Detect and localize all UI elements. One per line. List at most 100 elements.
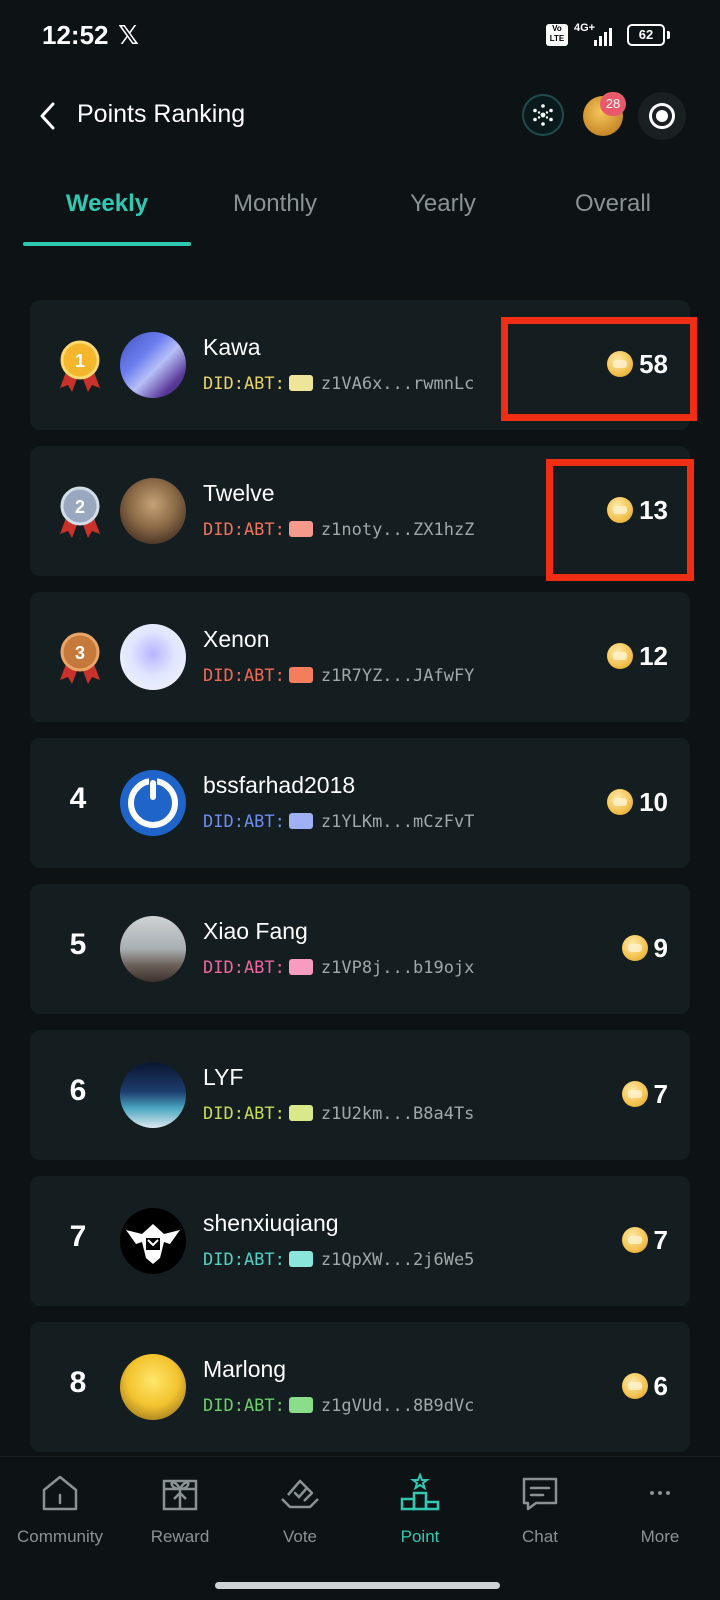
ranking-item[interactable]: 4 bssfarhad2018 DID:ABT: z1YLKm...mCzFvT … (30, 738, 690, 868)
points-value: 7 (653, 1224, 668, 1255)
avatar (120, 1208, 186, 1274)
back-button[interactable] (30, 96, 70, 136)
did-address: DID:ABT: z1YLKm...mCzFvT (203, 812, 474, 832)
did-address: DID:ABT: z1VP8j...b19ojx (203, 958, 474, 978)
period-tabs: Weekly Monthly Yearly Overall (0, 176, 720, 252)
did-value: z1noty...ZX1hzZ (320, 520, 475, 540)
did-chip-icon (288, 667, 313, 683)
coin-icon (621, 935, 648, 961)
user-name: Twelve (203, 480, 275, 506)
nav-label: Community (17, 1527, 103, 1546)
did-value: z1gVUd...8B9dVc (320, 1396, 475, 1416)
bronze-medal-icon: 3 (56, 630, 104, 686)
silver-medal-icon: 2 (56, 484, 104, 540)
avatar (120, 916, 186, 982)
tab-yearly[interactable]: Yearly (359, 190, 527, 250)
nav-label: Vote (282, 1527, 318, 1546)
home-indicator[interactable] (215, 1582, 500, 1589)
ranking-item[interactable]: 6 LYF DID:ABT: z1U2km...B8a4Ts 7 (30, 1030, 690, 1160)
ranking-item[interactable]: 7 shenxiuqiang DID:ABT: z1QpXW...2j6We5 7 (30, 1176, 690, 1306)
did-chip-icon (288, 1105, 313, 1121)
battery-tip (667, 31, 670, 39)
tab-monthly[interactable]: Monthly (191, 190, 359, 250)
did-address: DID:ABT: z1R7YZ...JAfwFY (203, 666, 474, 686)
bottom-nav: Community Reward Vote Point Chat More (0, 1456, 720, 1600)
podium-icon (400, 1472, 440, 1511)
nav-point[interactable]: Point (360, 1471, 480, 1571)
vote-icon (281, 1479, 319, 1509)
nav-community[interactable]: Community (0, 1471, 120, 1571)
status-bar: 12:52 𝕏 Vo LTE 4G+ 62 (0, 0, 720, 72)
ranking-item[interactable]: 3 Xenon DID:ABT: z1R7YZ...JAfwFY 12 (30, 592, 690, 722)
avatar (120, 1354, 186, 1420)
avatar (120, 1062, 186, 1128)
nav-label: Reward (150, 1527, 210, 1546)
dapp-hub-button[interactable] (522, 94, 564, 136)
coin-icon (621, 1081, 648, 1107)
chat-icon (522, 1477, 558, 1511)
did-value: z1VA6x...rwmnLc (320, 374, 475, 394)
battery-level: 62 (638, 27, 654, 42)
user-name: Marlong (203, 1356, 287, 1382)
user-name: Kawa (203, 334, 261, 360)
did-prefix: DID:ABT: (203, 1396, 285, 1416)
did-prefix: DID:ABT: (203, 1250, 285, 1270)
did-value: z1VP8j...b19ojx (320, 958, 475, 978)
points: 6 (621, 1366, 668, 1406)
did-address: DID:ABT: z1QpXW...2j6We5 (203, 1250, 474, 1270)
did-prefix: DID:ABT: (203, 520, 285, 540)
did-value: z1U2km...B8a4Ts (320, 1104, 475, 1124)
network-type: 4G+ (574, 22, 596, 34)
avatar (120, 478, 186, 544)
avatar (120, 332, 186, 398)
notification-badge: 28 (600, 92, 626, 116)
did-address: DID:ABT: z1noty...ZX1hzZ (203, 520, 474, 540)
points: 9 (621, 928, 668, 968)
target-button[interactable] (638, 92, 686, 140)
user-name: Xenon (203, 626, 270, 652)
did-value: z1YLKm...mCzFvT (320, 812, 475, 832)
gift-icon (162, 1479, 198, 1511)
user-name: LYF (203, 1064, 244, 1090)
x-app-icon: 𝕏 (118, 20, 139, 50)
status-time: 12:52 (42, 20, 109, 50)
tab-overall[interactable]: Overall (527, 190, 699, 250)
nav-reward[interactable]: Reward (120, 1471, 240, 1571)
rank-number: 8 (69, 1366, 87, 1399)
did-address: DID:ABT: z1VA6x...rwmnLc (203, 374, 474, 394)
ranking-item[interactable]: 5 Xiao Fang DID:ABT: z1VP8j...b19ojx 9 (30, 884, 690, 1014)
coin-icon (621, 1373, 648, 1399)
chevron-left-icon (40, 102, 55, 130)
did-chip-icon (288, 813, 313, 829)
gold-medal-icon: 1 (56, 338, 104, 394)
ranking-item[interactable]: 8 Marlong DID:ABT: z1gVUd...8B9dVc 6 (30, 1322, 690, 1452)
coin-icon (607, 789, 634, 815)
network-dots-icon (533, 104, 553, 126)
points-value: 9 (653, 932, 668, 963)
coin-icon (607, 643, 634, 669)
points-value: 7 (653, 1078, 668, 1109)
highlight-box-points-2 (546, 459, 694, 581)
tab-weekly[interactable]: Weekly (23, 190, 191, 250)
target-dot (656, 110, 668, 122)
points: 7 (621, 1220, 668, 1260)
rank-number: 6 (69, 1074, 87, 1107)
svg-text:1: 1 (75, 351, 85, 371)
did-value: z1QpXW...2j6We5 (320, 1250, 475, 1270)
did-address: DID:ABT: z1gVUd...8B9dVc (203, 1396, 474, 1416)
did-value: z1R7YZ...JAfwFY (320, 666, 475, 686)
points: 10 (607, 782, 668, 822)
rank-number: 5 (69, 928, 87, 961)
did-prefix: DID:ABT: (203, 374, 285, 394)
did-chip-icon (288, 1251, 313, 1267)
nav-chat[interactable]: Chat (480, 1471, 600, 1571)
nav-vote[interactable]: Vote (240, 1471, 360, 1571)
did-prefix: DID:ABT: (203, 1104, 285, 1124)
nav-more[interactable]: More (600, 1471, 720, 1571)
user-name: Xiao Fang (203, 918, 308, 944)
power-logo-icon (128, 778, 178, 828)
battery-icon: 62 (627, 24, 665, 46)
points-value: 12 (639, 640, 668, 671)
avatar (120, 770, 186, 836)
did-address: DID:ABT: z1U2km...B8a4Ts (203, 1104, 474, 1124)
